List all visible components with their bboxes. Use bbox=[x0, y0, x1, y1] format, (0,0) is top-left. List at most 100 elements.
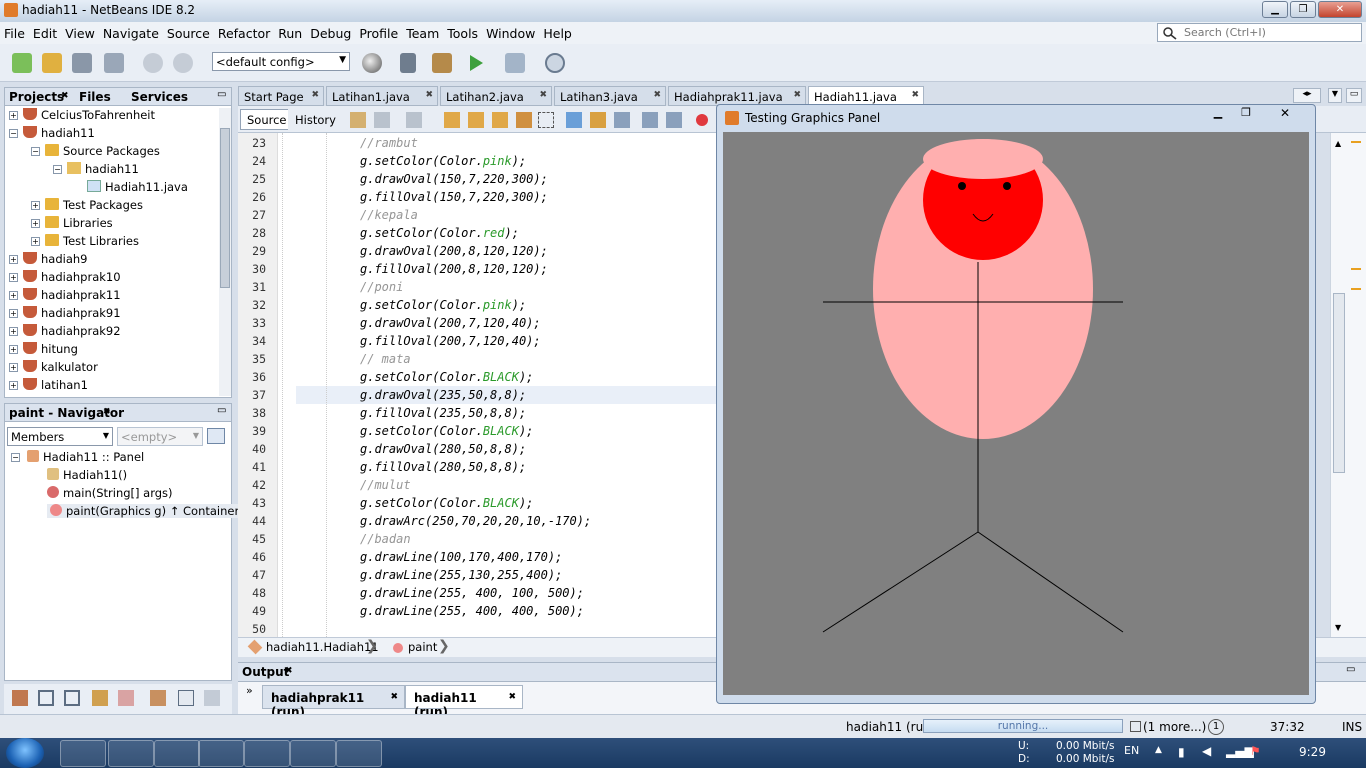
new-project-icon[interactable] bbox=[42, 53, 62, 73]
clean-build-icon[interactable] bbox=[432, 53, 452, 73]
error-stripe-marker[interactable] bbox=[1351, 268, 1361, 270]
menu-file[interactable]: File bbox=[0, 22, 29, 41]
tree-item[interactable]: hadiah11 bbox=[23, 126, 95, 140]
close-icon[interactable]: ✖ bbox=[285, 666, 293, 676]
tree-item[interactable]: latihan1 bbox=[23, 378, 88, 392]
run-progress-bar[interactable]: running... bbox=[923, 719, 1123, 733]
navigator-item[interactable]: paint(Graphics g) ↑ Container bbox=[47, 504, 243, 518]
expand-toggle[interactable]: − bbox=[31, 147, 40, 156]
open-project-icon[interactable] bbox=[72, 53, 92, 73]
tree-item[interactable]: hitung bbox=[23, 342, 78, 356]
close-icon[interactable]: ✖ bbox=[653, 90, 661, 100]
chrome-task-icon[interactable] bbox=[198, 740, 244, 767]
search-input[interactable]: Search (Ctrl+I) bbox=[1157, 23, 1362, 42]
code-editor[interactable]: 23 24 25 26 27 28 29 30 31 32 33 34 35 36 37 38 39 40 41 42… bbox=[238, 133, 718, 637]
history-button[interactable]: History bbox=[288, 109, 343, 130]
close-icon[interactable]: ✖ bbox=[311, 90, 319, 100]
tree-item[interactable]: hadiahprak11 bbox=[23, 288, 121, 302]
tree-item[interactable]: hadiah11 bbox=[67, 162, 139, 176]
stop-task-icon[interactable] bbox=[1130, 721, 1141, 732]
scroll-up-icon[interactable]: ▲ bbox=[1335, 139, 1341, 148]
navigator-item[interactable]: Hadiah11 :: Panel bbox=[27, 450, 144, 464]
filter-inherited-icon[interactable] bbox=[12, 690, 28, 706]
redo-icon[interactable] bbox=[173, 53, 193, 73]
last-edit-icon[interactable] bbox=[350, 112, 366, 128]
menu-tools[interactable]: Tools bbox=[443, 22, 482, 41]
error-stripe-marker[interactable] bbox=[1351, 288, 1361, 290]
close-icon[interactable]: ✖ bbox=[793, 90, 801, 100]
expand-toggle[interactable]: + bbox=[9, 381, 18, 390]
expand-toggle[interactable]: − bbox=[11, 453, 20, 462]
close-button[interactable]: ✕ bbox=[1261, 106, 1309, 123]
netbeans-task-icon[interactable] bbox=[336, 740, 382, 767]
battery-icon[interactable]: ▮ bbox=[1178, 745, 1185, 759]
filter-static-icon[interactable] bbox=[64, 690, 80, 706]
expand-toggle[interactable]: + bbox=[31, 237, 40, 246]
tab-latihan3[interactable]: Latihan3.java ✖ bbox=[554, 86, 666, 106]
menu-help[interactable]: Help bbox=[539, 22, 576, 41]
minimize-panel-icon[interactable]: ▭ bbox=[1346, 664, 1355, 675]
output-tab-hadiah11[interactable]: hadiah11 (run) ✖ bbox=[405, 685, 523, 719]
error-stripe-marker[interactable] bbox=[1351, 141, 1361, 143]
language-indicator[interactable]: EN bbox=[1124, 744, 1139, 757]
tab-hadiahprak11[interactable]: Hadiahprak11.java ✖ bbox=[668, 86, 806, 106]
show-hidden-icons-icon[interactable]: ▲ bbox=[1155, 745, 1162, 755]
virtualbox-task-icon[interactable] bbox=[244, 740, 290, 767]
expand-toggle[interactable]: + bbox=[9, 345, 18, 354]
find-icon[interactable] bbox=[444, 112, 460, 128]
select-icon[interactable] bbox=[538, 112, 554, 128]
menu-window[interactable]: Window bbox=[482, 22, 539, 41]
media-player-task-icon[interactable] bbox=[108, 740, 154, 767]
navigator-item[interactable]: main(String[] args) bbox=[47, 486, 173, 500]
breadcrumb-class[interactable]: hadiah11.Hadiah11 bbox=[266, 640, 379, 654]
excel-task-icon[interactable] bbox=[154, 740, 200, 767]
tree-item[interactable]: Hadiah11.java bbox=[87, 180, 188, 194]
tab-services[interactable]: Services bbox=[131, 90, 188, 104]
expand-toggle[interactable]: + bbox=[9, 363, 18, 372]
javadoc-icon[interactable] bbox=[150, 690, 166, 706]
profile-icon[interactable] bbox=[545, 53, 565, 73]
record-macro-icon[interactable] bbox=[696, 114, 708, 126]
scroll-down-icon[interactable]: ▼ bbox=[1335, 623, 1341, 632]
undo-icon[interactable] bbox=[143, 53, 163, 73]
run-icon[interactable] bbox=[468, 54, 484, 72]
tree-item[interactable]: hadiahprak10 bbox=[23, 270, 121, 284]
debug-icon[interactable] bbox=[505, 53, 525, 73]
close-icon[interactable]: ✖ bbox=[103, 407, 111, 417]
filter-nonpublic-icon[interactable] bbox=[92, 690, 108, 706]
expand-toggle[interactable]: + bbox=[9, 111, 18, 120]
menu-team[interactable]: Team bbox=[402, 22, 443, 41]
scroll-thumb[interactable] bbox=[1333, 293, 1345, 473]
breadcrumb-method[interactable]: paint bbox=[408, 640, 437, 654]
sort-by-name-icon[interactable] bbox=[178, 690, 194, 706]
shift-left-icon[interactable] bbox=[642, 112, 658, 128]
tree-item[interactable]: Test Libraries bbox=[45, 234, 139, 248]
tab-files[interactable]: Files bbox=[79, 90, 111, 104]
highlight-icon[interactable] bbox=[516, 112, 532, 128]
menu-edit[interactable]: Edit bbox=[29, 22, 61, 41]
clock[interactable]: 9:29 bbox=[1299, 745, 1326, 759]
source-button[interactable]: Source bbox=[240, 109, 294, 130]
output-tab-hadiahprak11[interactable]: hadiahprak11 (run) ✖ bbox=[262, 685, 405, 719]
close-icon[interactable]: ✖ bbox=[425, 90, 433, 100]
filter-fields-icon[interactable] bbox=[38, 690, 54, 706]
expand-toggle[interactable]: + bbox=[9, 273, 18, 282]
globe-icon[interactable] bbox=[362, 53, 382, 73]
menu-source[interactable]: Source bbox=[163, 22, 214, 41]
empty-select[interactable]: <empty> ▼ bbox=[117, 427, 203, 446]
expand-toggle[interactable]: + bbox=[9, 255, 18, 264]
tree-item[interactable]: Test Packages bbox=[45, 198, 143, 212]
tab-projects[interactable]: Projects bbox=[9, 90, 64, 104]
maximize-button[interactable]: ❐ bbox=[1233, 106, 1259, 123]
status-more[interactable]: (1 more...) bbox=[1143, 720, 1206, 734]
start-button[interactable] bbox=[6, 738, 44, 768]
build-hammer-icon[interactable] bbox=[400, 53, 416, 73]
next-bookmark-icon[interactable] bbox=[590, 112, 606, 128]
tab-list-icon[interactable]: ▼ bbox=[1328, 88, 1342, 103]
close-icon[interactable]: ✖ bbox=[911, 90, 919, 100]
expand-toggle[interactable]: + bbox=[9, 309, 18, 318]
action-center-icon[interactable]: ⚑ bbox=[1250, 744, 1261, 758]
tree-item[interactable]: kalkulator bbox=[23, 360, 98, 374]
minimize-panel-icon[interactable]: ▭ bbox=[217, 405, 226, 416]
members-select[interactable]: Members ▼ bbox=[7, 427, 113, 446]
